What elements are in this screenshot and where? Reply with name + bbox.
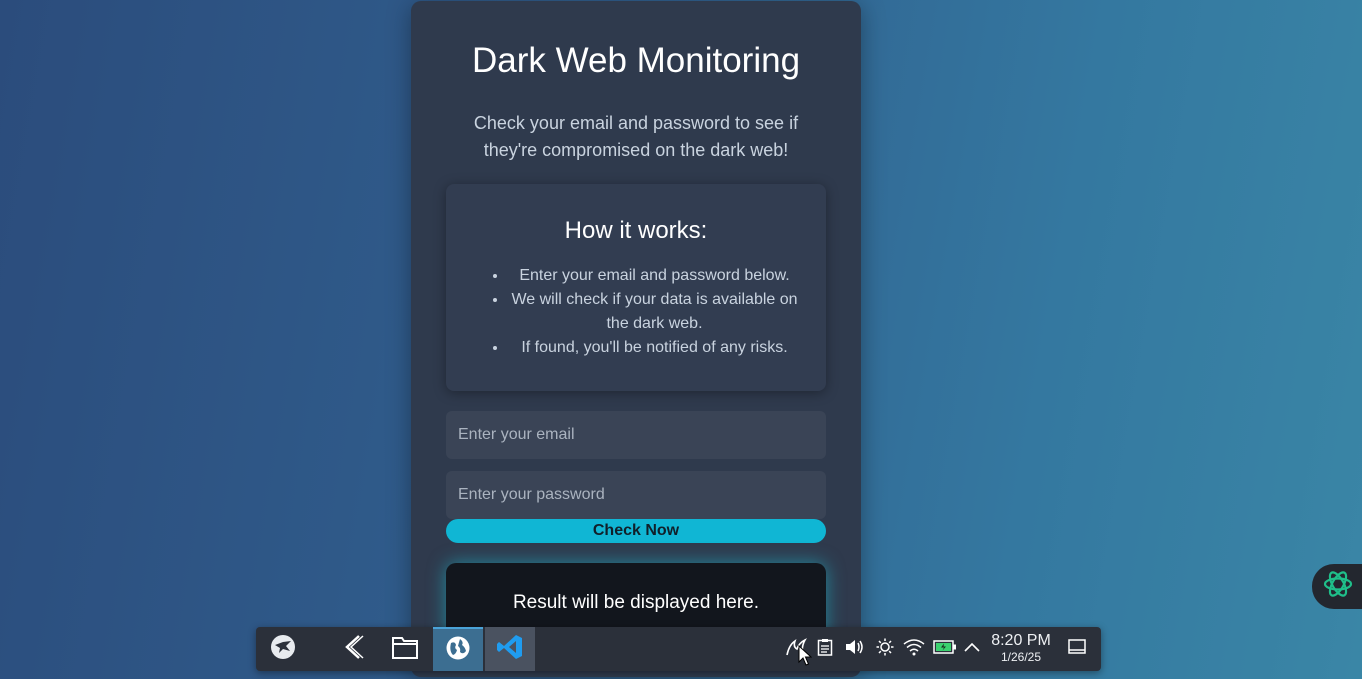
volume-tray[interactable] xyxy=(842,627,866,671)
how-it-works-list: Enter your email and password below. We … xyxy=(486,264,801,360)
brightness-icon xyxy=(876,638,894,661)
battery-tray[interactable] xyxy=(931,627,959,671)
list-item: Enter your email and password below. xyxy=(508,264,801,288)
assistant-widget[interactable] xyxy=(1312,564,1362,609)
show-hidden-tray[interactable] xyxy=(961,627,983,671)
clock-date: 1/26/25 xyxy=(1000,650,1042,664)
password-input[interactable] xyxy=(446,471,826,519)
vscode-icon xyxy=(496,633,524,666)
email-input[interactable] xyxy=(446,411,826,459)
battery-icon xyxy=(933,639,957,659)
show-hidden-chevron-icon xyxy=(963,640,981,658)
app-launcher-button[interactable] xyxy=(260,627,306,671)
page-subtitle: Check your email and password to see if … xyxy=(473,113,799,160)
vscode-button[interactable] xyxy=(485,627,535,671)
web-browser-icon xyxy=(445,635,471,666)
file-manager-button[interactable] xyxy=(382,627,428,671)
how-it-works-title: How it works: xyxy=(564,217,708,244)
page-title: Dark Web Monitoring xyxy=(471,41,801,80)
result-text: Result will be displayed here. xyxy=(512,592,760,613)
volume-icon xyxy=(844,638,864,661)
web-browser-button[interactable] xyxy=(433,627,483,671)
chat-assistant-icon xyxy=(1322,568,1354,605)
show-desktop-button[interactable] xyxy=(1064,627,1090,671)
clock[interactable]: 8:20 PM 1/26/25 xyxy=(986,632,1056,664)
kali-menu-icon xyxy=(341,634,365,665)
list-item: We will check if your data is available … xyxy=(508,288,801,336)
taskbar: 8:20 PM 1/26/25 xyxy=(256,627,1101,671)
mouse-cursor-icon xyxy=(798,644,813,672)
how-it-works-box: How it works: Enter your email and passw… xyxy=(446,184,826,391)
app-launcher-icon xyxy=(269,633,297,666)
kali-menu-button[interactable] xyxy=(330,627,376,671)
list-item: If found, you'll be notified of any risk… xyxy=(508,336,801,360)
wifi-icon xyxy=(903,638,925,661)
monitoring-card: Dark Web Monitoring Check your email and… xyxy=(411,1,861,677)
file-manager-icon xyxy=(392,635,418,664)
show-desktop-icon xyxy=(1068,638,1086,660)
clock-time: 8:20 PM xyxy=(991,632,1051,649)
clipboard-icon xyxy=(817,638,833,661)
clipboard-tray[interactable] xyxy=(814,627,836,671)
check-now-button[interactable]: Check Now xyxy=(446,519,826,543)
brightness-tray[interactable] xyxy=(873,627,897,671)
wifi-tray[interactable] xyxy=(901,627,927,671)
